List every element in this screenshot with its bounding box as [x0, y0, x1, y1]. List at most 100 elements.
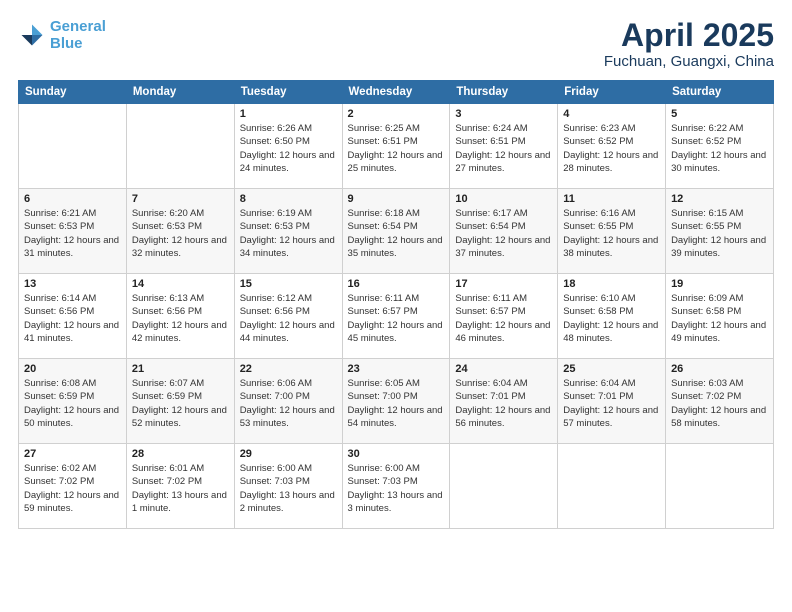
day-number: 21 [132, 363, 229, 375]
day-number: 20 [24, 363, 121, 375]
day-info: Sunrise: 6:03 AMSunset: 7:02 PMDaylight:… [671, 377, 768, 430]
day-number: 19 [671, 278, 768, 290]
calendar-cell [666, 444, 774, 529]
day-number: 22 [240, 363, 337, 375]
col-wednesday: Wednesday [342, 81, 450, 104]
day-info: Sunrise: 6:16 AMSunset: 6:55 PMDaylight:… [563, 207, 660, 260]
day-number: 29 [240, 448, 337, 460]
calendar-week-5: 27 Sunrise: 6:02 AMSunset: 7:02 PMDayligh… [19, 444, 774, 529]
day-info: Sunrise: 6:04 AMSunset: 7:01 PMDaylight:… [455, 377, 552, 430]
col-sunday: Sunday [19, 81, 127, 104]
calendar-cell [19, 104, 127, 189]
day-number: 15 [240, 278, 337, 290]
logo: General Blue [18, 18, 106, 53]
day-info: Sunrise: 6:04 AMSunset: 7:01 PMDaylight:… [563, 377, 660, 430]
page: General Blue April 2025 Fuchuan, Guangxi… [0, 0, 792, 612]
calendar-cell: 14Sunrise: 6:13 AMSunset: 6:56 PMDayligh… [126, 274, 234, 359]
calendar-cell: 27 Sunrise: 6:02 AMSunset: 7:02 PMDayligh… [19, 444, 127, 529]
title-block: April 2025 Fuchuan, Guangxi, China [604, 18, 774, 70]
day-info: Sunrise: 6:07 AMSunset: 6:59 PMDaylight:… [132, 377, 229, 430]
calendar-cell: 9Sunrise: 6:18 AMSunset: 6:54 PMDaylight… [342, 189, 450, 274]
day-number: 1 [240, 108, 337, 120]
header-row: Sunday Monday Tuesday Wednesday Thursday… [19, 81, 774, 104]
col-friday: Friday [558, 81, 666, 104]
calendar-subtitle: Fuchuan, Guangxi, China [604, 53, 774, 70]
day-number: 24 [455, 363, 552, 375]
day-info: Sunrise: 6:02 AMSunset: 7:02 PMDaylight:… [24, 462, 121, 515]
calendar-cell: 8Sunrise: 6:19 AMSunset: 6:53 PMDaylight… [234, 189, 342, 274]
calendar-cell [126, 104, 234, 189]
day-info: Sunrise: 6:11 AMSunset: 6:57 PMDaylight:… [348, 292, 445, 345]
day-info: Sunrise: 6:11 AMSunset: 6:57 PMDaylight:… [455, 292, 552, 345]
calendar-table: Sunday Monday Tuesday Wednesday Thursday… [18, 80, 774, 529]
calendar-cell: 30Sunrise: 6:00 AMSunset: 7:03 PMDayligh… [342, 444, 450, 529]
calendar-cell: 6Sunrise: 6:21 AMSunset: 6:53 PMDaylight… [19, 189, 127, 274]
logo-general: General [50, 18, 106, 35]
day-number: 9 [348, 193, 445, 205]
day-number: 27 [24, 448, 121, 460]
col-thursday: Thursday [450, 81, 558, 104]
calendar-week-1: 1 Sunrise: 6:26 AMSunset: 6:50 PMDaylight… [19, 104, 774, 189]
calendar-cell: 23 Sunrise: 6:05 AMSunset: 7:00 PMDayligh… [342, 359, 450, 444]
calendar-cell: 26 Sunrise: 6:03 AMSunset: 7:02 PMDayligh… [666, 359, 774, 444]
calendar-cell: 29 Sunrise: 6:00 AMSunset: 7:03 PMDayligh… [234, 444, 342, 529]
calendar-week-2: 6Sunrise: 6:21 AMSunset: 6:53 PMDaylight… [19, 189, 774, 274]
day-info: Sunrise: 6:24 AMSunset: 6:51 PMDaylight:… [455, 122, 552, 175]
day-info: Sunrise: 6:17 AMSunset: 6:54 PMDaylight:… [455, 207, 552, 260]
calendar-cell: 21 Sunrise: 6:07 AMSunset: 6:59 PMDayligh… [126, 359, 234, 444]
day-number: 2 [348, 108, 445, 120]
day-info: Sunrise: 6:14 AMSunset: 6:56 PMDaylight:… [24, 292, 121, 345]
day-info: Sunrise: 6:05 AMSunset: 7:00 PMDaylight:… [348, 377, 445, 430]
day-info: Sunrise: 6:23 AMSunset: 6:52 PMDaylight:… [563, 122, 660, 175]
day-number: 8 [240, 193, 337, 205]
day-number: 5 [671, 108, 768, 120]
day-number: 26 [671, 363, 768, 375]
calendar-cell: 2 Sunrise: 6:25 AMSunset: 6:51 PMDaylight… [342, 104, 450, 189]
day-number: 14 [132, 278, 229, 290]
day-number: 23 [348, 363, 445, 375]
calendar-week-4: 20 Sunrise: 6:08 AMSunset: 6:59 PMDayligh… [19, 359, 774, 444]
day-number: 16 [348, 278, 445, 290]
col-saturday: Saturday [666, 81, 774, 104]
calendar-cell [450, 444, 558, 529]
day-info: Sunrise: 6:22 AMSunset: 6:52 PMDaylight:… [671, 122, 768, 175]
day-number: 4 [563, 108, 660, 120]
day-info: Sunrise: 6:06 AMSunset: 7:00 PMDaylight:… [240, 377, 337, 430]
calendar-cell: 5 Sunrise: 6:22 AMSunset: 6:52 PMDaylight… [666, 104, 774, 189]
calendar-cell: 18Sunrise: 6:10 AMSunset: 6:58 PMDayligh… [558, 274, 666, 359]
day-info: Sunrise: 6:15 AMSunset: 6:55 PMDaylight:… [671, 207, 768, 260]
day-info: Sunrise: 6:01 AMSunset: 7:02 PMDaylight:… [132, 462, 229, 515]
day-number: 11 [563, 193, 660, 205]
header: General Blue April 2025 Fuchuan, Guangxi… [18, 18, 774, 70]
day-number: 3 [455, 108, 552, 120]
day-number: 18 [563, 278, 660, 290]
day-number: 7 [132, 193, 229, 205]
calendar-cell: 12 Sunrise: 6:15 AMSunset: 6:55 PMDayligh… [666, 189, 774, 274]
day-number: 28 [132, 448, 229, 460]
col-monday: Monday [126, 81, 234, 104]
logo-blue: Blue [50, 35, 83, 52]
day-info: Sunrise: 6:00 AMSunset: 7:03 PMDaylight:… [240, 462, 337, 515]
logo-text: General Blue [50, 18, 106, 53]
day-number: 17 [455, 278, 552, 290]
day-info: Sunrise: 6:08 AMSunset: 6:59 PMDaylight:… [24, 377, 121, 430]
day-info: Sunrise: 6:26 AMSunset: 6:50 PMDaylight:… [240, 122, 337, 175]
calendar-cell: 25Sunrise: 6:04 AMSunset: 7:01 PMDayligh… [558, 359, 666, 444]
calendar-cell: 20 Sunrise: 6:08 AMSunset: 6:59 PMDayligh… [19, 359, 127, 444]
day-info: Sunrise: 6:20 AMSunset: 6:53 PMDaylight:… [132, 207, 229, 260]
day-info: Sunrise: 6:21 AMSunset: 6:53 PMDaylight:… [24, 207, 121, 260]
calendar-cell: 11 Sunrise: 6:16 AMSunset: 6:55 PMDayligh… [558, 189, 666, 274]
logo-icon [18, 21, 46, 49]
day-info: Sunrise: 6:12 AMSunset: 6:56 PMDaylight:… [240, 292, 337, 345]
calendar-cell: 3 Sunrise: 6:24 AMSunset: 6:51 PMDaylight… [450, 104, 558, 189]
calendar-cell: 7 Sunrise: 6:20 AMSunset: 6:53 PMDaylight… [126, 189, 234, 274]
day-info: Sunrise: 6:25 AMSunset: 6:51 PMDaylight:… [348, 122, 445, 175]
calendar-cell: 16 Sunrise: 6:11 AMSunset: 6:57 PMDayligh… [342, 274, 450, 359]
calendar-title: April 2025 [604, 18, 774, 53]
calendar-cell: 17 Sunrise: 6:11 AMSunset: 6:57 PMDayligh… [450, 274, 558, 359]
calendar-cell: 15 Sunrise: 6:12 AMSunset: 6:56 PMDayligh… [234, 274, 342, 359]
day-number: 30 [348, 448, 445, 460]
calendar-cell: 13Sunrise: 6:14 AMSunset: 6:56 PMDayligh… [19, 274, 127, 359]
calendar-cell: 4 Sunrise: 6:23 AMSunset: 6:52 PMDaylight… [558, 104, 666, 189]
day-number: 12 [671, 193, 768, 205]
